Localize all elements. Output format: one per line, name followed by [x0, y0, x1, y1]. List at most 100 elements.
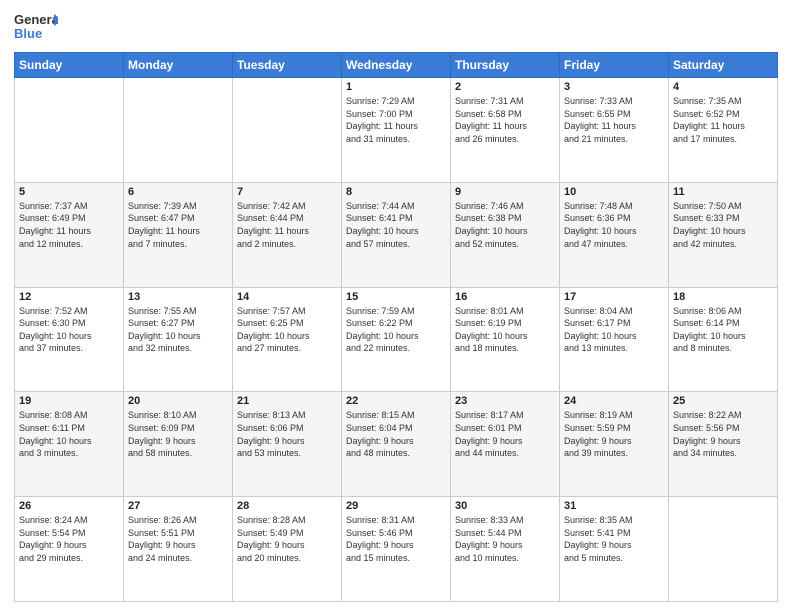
day-number: 25: [673, 395, 773, 407]
day-info: Sunrise: 8:31 AM Sunset: 5:46 PM Dayligh…: [346, 514, 446, 564]
day-number: 18: [673, 291, 773, 303]
calendar-cell: 26 Sunrise: 8:24 AM Sunset: 5:54 PM Dayli…: [15, 497, 124, 602]
calendar-week-4: 26 Sunrise: 8:24 AM Sunset: 5:54 PM Dayli…: [15, 497, 778, 602]
day-number: 27: [128, 500, 228, 512]
calendar-cell: 23 Sunrise: 8:17 AM Sunset: 6:01 PM Dayli…: [451, 392, 560, 497]
day-info: Sunrise: 8:06 AM Sunset: 6:14 PM Dayligh…: [673, 305, 773, 355]
day-info: Sunrise: 8:17 AM Sunset: 6:01 PM Dayligh…: [455, 409, 555, 459]
day-info: Sunrise: 7:57 AM Sunset: 6:25 PM Dayligh…: [237, 305, 337, 355]
day-number: 26: [19, 500, 119, 512]
day-number: 23: [455, 395, 555, 407]
day-number: 13: [128, 291, 228, 303]
calendar-cell: 9 Sunrise: 7:46 AM Sunset: 6:38 PM Daylig…: [451, 182, 560, 287]
calendar-week-1: 5 Sunrise: 7:37 AM Sunset: 6:49 PM Daylig…: [15, 182, 778, 287]
day-info: Sunrise: 7:37 AM Sunset: 6:49 PM Dayligh…: [19, 200, 119, 250]
weekday-row: SundayMondayTuesdayWednesdayThursdayFrid…: [15, 53, 778, 78]
day-number: 24: [564, 395, 664, 407]
calendar-cell: 25 Sunrise: 8:22 AM Sunset: 5:56 PM Dayli…: [669, 392, 778, 497]
day-number: 22: [346, 395, 446, 407]
calendar-cell: 31 Sunrise: 8:35 AM Sunset: 5:41 PM Dayli…: [560, 497, 669, 602]
calendar-cell: 1 Sunrise: 7:29 AM Sunset: 7:00 PM Daylig…: [342, 78, 451, 183]
day-number: 2: [455, 81, 555, 93]
calendar-cell: 19 Sunrise: 8:08 AM Sunset: 6:11 PM Dayli…: [15, 392, 124, 497]
day-info: Sunrise: 8:24 AM Sunset: 5:54 PM Dayligh…: [19, 514, 119, 564]
weekday-header-tuesday: Tuesday: [233, 53, 342, 78]
calendar-cell: [124, 78, 233, 183]
weekday-header-friday: Friday: [560, 53, 669, 78]
day-info: Sunrise: 7:35 AM Sunset: 6:52 PM Dayligh…: [673, 95, 773, 145]
day-number: 4: [673, 81, 773, 93]
day-number: 21: [237, 395, 337, 407]
day-number: 17: [564, 291, 664, 303]
calendar-cell: 3 Sunrise: 7:33 AM Sunset: 6:55 PM Daylig…: [560, 78, 669, 183]
header: General Blue: [14, 10, 778, 46]
calendar-cell: 24 Sunrise: 8:19 AM Sunset: 5:59 PM Dayli…: [560, 392, 669, 497]
day-info: Sunrise: 7:55 AM Sunset: 6:27 PM Dayligh…: [128, 305, 228, 355]
calendar-cell: 5 Sunrise: 7:37 AM Sunset: 6:49 PM Daylig…: [15, 182, 124, 287]
day-number: 15: [346, 291, 446, 303]
day-number: 30: [455, 500, 555, 512]
day-number: 31: [564, 500, 664, 512]
calendar-cell: 7Sunrise: 7:42 AM Sunset: 6:44 PM Daylig…: [233, 182, 342, 287]
calendar-cell: 27 Sunrise: 8:26 AM Sunset: 5:51 PM Dayli…: [124, 497, 233, 602]
day-info: Sunrise: 8:22 AM Sunset: 5:56 PM Dayligh…: [673, 409, 773, 459]
day-info: Sunrise: 7:33 AM Sunset: 6:55 PM Dayligh…: [564, 95, 664, 145]
calendar-cell: 28Sunrise: 8:28 AM Sunset: 5:49 PM Dayli…: [233, 497, 342, 602]
calendar-cell: 14 Sunrise: 7:57 AM Sunset: 6:25 PM Dayli…: [233, 287, 342, 392]
day-number: 11: [673, 186, 773, 198]
day-info: Sunrise: 7:50 AM Sunset: 6:33 PM Dayligh…: [673, 200, 773, 250]
day-info: Sunrise: 8:01 AM Sunset: 6:19 PM Dayligh…: [455, 305, 555, 355]
calendar-cell: 30 Sunrise: 8:33 AM Sunset: 5:44 PM Dayli…: [451, 497, 560, 602]
weekday-header-saturday: Saturday: [669, 53, 778, 78]
day-number: 28: [237, 500, 337, 512]
calendar-week-3: 19 Sunrise: 8:08 AM Sunset: 6:11 PM Dayli…: [15, 392, 778, 497]
day-info: Sunrise: 7:42 AM Sunset: 6:44 PM Dayligh…: [237, 200, 337, 250]
day-number: 16: [455, 291, 555, 303]
calendar-cell: 11 Sunrise: 7:50 AM Sunset: 6:33 PM Dayli…: [669, 182, 778, 287]
day-number: 3: [564, 81, 664, 93]
day-info: Sunrise: 8:15 AM Sunset: 6:04 PM Dayligh…: [346, 409, 446, 459]
day-number: 14: [237, 291, 337, 303]
weekday-header-monday: Monday: [124, 53, 233, 78]
calendar-cell: [15, 78, 124, 183]
day-number: 1: [346, 81, 446, 93]
calendar-cell: 8Sunrise: 7:44 AM Sunset: 6:41 PM Daylig…: [342, 182, 451, 287]
day-number: 20: [128, 395, 228, 407]
svg-text:Blue: Blue: [14, 26, 42, 41]
day-number: 12: [19, 291, 119, 303]
day-info: Sunrise: 7:46 AM Sunset: 6:38 PM Dayligh…: [455, 200, 555, 250]
day-info: Sunrise: 7:39 AM Sunset: 6:47 PM Dayligh…: [128, 200, 228, 250]
day-number: 5: [19, 186, 119, 198]
calendar-cell: 16 Sunrise: 8:01 AM Sunset: 6:19 PM Dayli…: [451, 287, 560, 392]
calendar: SundayMondayTuesdayWednesdayThursdayFrid…: [14, 52, 778, 602]
day-number: 10: [564, 186, 664, 198]
calendar-cell: 6 Sunrise: 7:39 AM Sunset: 6:47 PM Daylig…: [124, 182, 233, 287]
calendar-header: SundayMondayTuesdayWednesdayThursdayFrid…: [15, 53, 778, 78]
calendar-cell: [669, 497, 778, 602]
day-number: 19: [19, 395, 119, 407]
calendar-week-2: 12Sunrise: 7:52 AM Sunset: 6:30 PM Dayli…: [15, 287, 778, 392]
day-info: Sunrise: 8:33 AM Sunset: 5:44 PM Dayligh…: [455, 514, 555, 564]
day-info: Sunrise: 7:29 AM Sunset: 7:00 PM Dayligh…: [346, 95, 446, 145]
day-number: 29: [346, 500, 446, 512]
calendar-cell: 15Sunrise: 7:59 AM Sunset: 6:22 PM Dayli…: [342, 287, 451, 392]
day-info: Sunrise: 8:19 AM Sunset: 5:59 PM Dayligh…: [564, 409, 664, 459]
calendar-cell: 17Sunrise: 8:04 AM Sunset: 6:17 PM Dayli…: [560, 287, 669, 392]
day-info: Sunrise: 8:10 AM Sunset: 6:09 PM Dayligh…: [128, 409, 228, 459]
calendar-cell: 13 Sunrise: 7:55 AM Sunset: 6:27 PM Dayli…: [124, 287, 233, 392]
day-info: Sunrise: 8:26 AM Sunset: 5:51 PM Dayligh…: [128, 514, 228, 564]
calendar-cell: 2 Sunrise: 7:31 AM Sunset: 6:58 PM Daylig…: [451, 78, 560, 183]
svg-text:General: General: [14, 12, 58, 27]
calendar-cell: 4 Sunrise: 7:35 AM Sunset: 6:52 PM Daylig…: [669, 78, 778, 183]
day-number: 6: [128, 186, 228, 198]
calendar-cell: 12Sunrise: 7:52 AM Sunset: 6:30 PM Dayli…: [15, 287, 124, 392]
calendar-cell: 21Sunrise: 8:13 AM Sunset: 6:06 PM Dayli…: [233, 392, 342, 497]
day-info: Sunrise: 8:08 AM Sunset: 6:11 PM Dayligh…: [19, 409, 119, 459]
day-number: 9: [455, 186, 555, 198]
day-info: Sunrise: 8:35 AM Sunset: 5:41 PM Dayligh…: [564, 514, 664, 564]
day-info: Sunrise: 7:31 AM Sunset: 6:58 PM Dayligh…: [455, 95, 555, 145]
calendar-cell: 22 Sunrise: 8:15 AM Sunset: 6:04 PM Dayli…: [342, 392, 451, 497]
logo-svg: General Blue: [14, 10, 58, 46]
day-number: 8: [346, 186, 446, 198]
calendar-cell: 20 Sunrise: 8:10 AM Sunset: 6:09 PM Dayli…: [124, 392, 233, 497]
